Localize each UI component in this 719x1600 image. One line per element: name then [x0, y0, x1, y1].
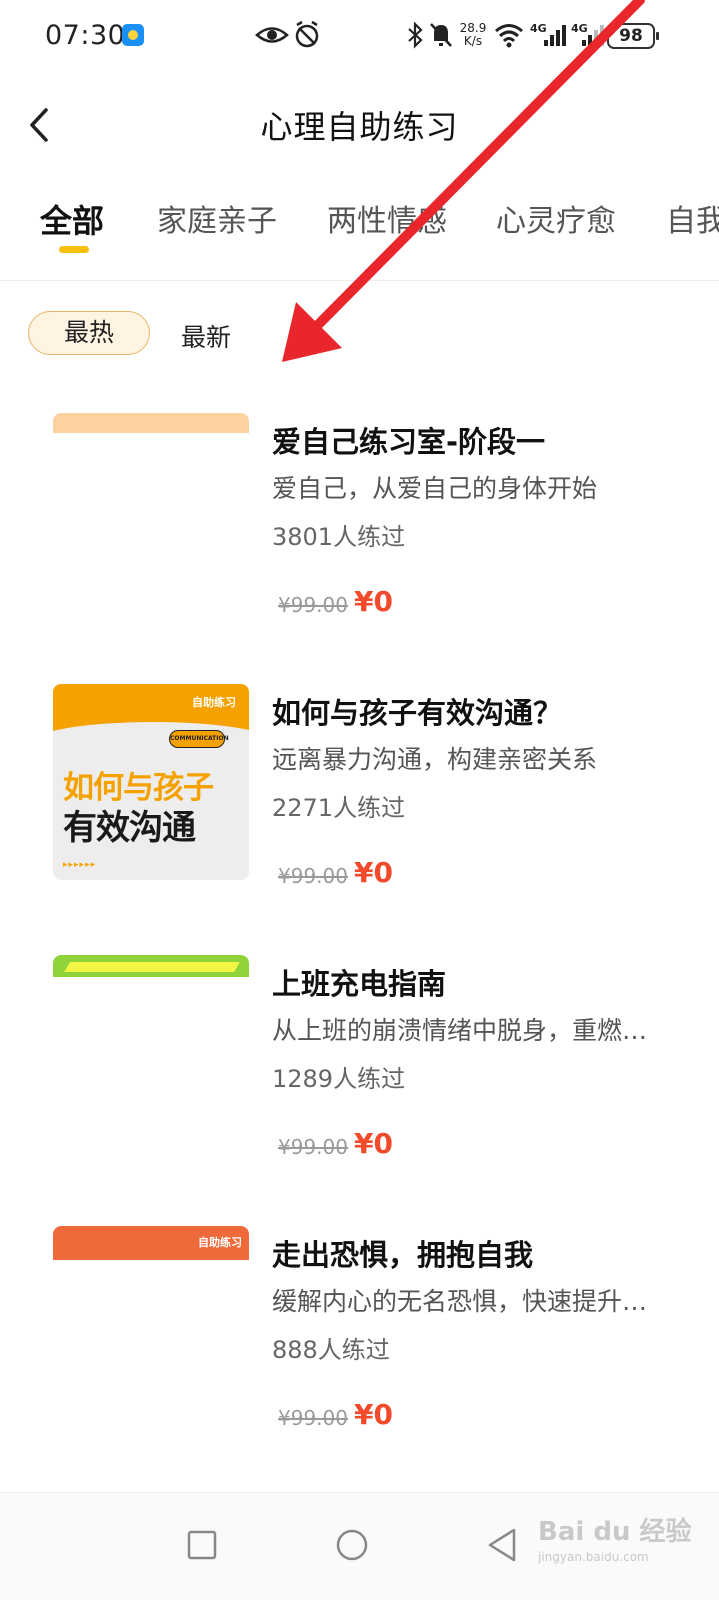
signal-icon-2 — [582, 25, 604, 46]
item-title: 走出恐惧，拥抱自我 — [272, 1238, 534, 1272]
list-item[interactable]: 自助练习 走出恐惧，拥抱自我 缓解内心的无名恐惧，快速提升… 888人练过 ¥9… — [0, 1226, 719, 1486]
item-title: 上班充电指南 — [272, 967, 447, 1001]
back-nav-icon[interactable] — [472, 1515, 532, 1575]
wifi-icon — [495, 24, 523, 48]
divider — [0, 280, 719, 281]
sort-hot-button[interactable]: 最热 — [28, 311, 150, 355]
battery-icon: 98 — [607, 23, 659, 49]
tab-self[interactable]: 自我 — [666, 196, 719, 240]
thumbnail-tag: 自助练习 — [198, 1236, 242, 1249]
item-price: ¥0 — [354, 1398, 393, 1431]
list-item[interactable]: 自助练习 COMMUNICATION 如何与孩子 有效沟通 ▸▸▸▸▸▸ 如何与… — [0, 684, 719, 944]
item-desc: 爱自己，从爱自己的身体开始 — [272, 474, 598, 503]
thumbnail-bubble: COMMUNICATION — [169, 730, 229, 748]
bluetooth-icon — [408, 21, 423, 49]
watermark-logo: Bai du 经验 jingyan.baidu.com — [538, 1511, 698, 1581]
item-count: 1289人练过 — [272, 1065, 406, 1093]
item-price: ¥0 — [354, 1127, 393, 1160]
watermark-text: Bai du 经验 — [538, 1517, 692, 1547]
thumbnail-arrows: ▸▸▸▸▸▸ — [63, 860, 97, 870]
item-desc: 缓解内心的无名恐惧，快速提升… — [272, 1287, 648, 1316]
item-original-price: ¥99.00 — [278, 593, 348, 617]
alarm-icon — [295, 20, 319, 48]
item-original-price: ¥99.00 — [278, 1406, 348, 1430]
thumbnail-band — [53, 413, 249, 433]
watermark-sub: jingyan.baidu.com — [538, 1550, 649, 1564]
item-count: 3801人练过 — [272, 523, 406, 551]
thumbnail-stripe — [64, 962, 240, 972]
network-speed: 28.9 K/s — [456, 22, 490, 48]
active-tab-indicator — [59, 246, 89, 253]
home-icon[interactable] — [322, 1515, 382, 1575]
item-thumbnail — [53, 955, 249, 1151]
mute-icon — [430, 23, 452, 47]
status-time: 07:30 — [45, 20, 126, 51]
item-price: ¥0 — [354, 585, 393, 618]
item-thumbnail: 自助练习 COMMUNICATION 如何与孩子 有效沟通 ▸▸▸▸▸▸ — [53, 684, 249, 880]
list-item[interactable]: 上班充电指南 从上班的崩溃情绪中脱身，重燃… 1289人练过 ¥99.00 ¥0 — [0, 955, 719, 1215]
eye-icon — [255, 27, 289, 43]
weather-icon — [122, 24, 144, 46]
item-price: ¥0 — [354, 856, 393, 889]
category-tabs: 全部 家庭亲子 两性情感 心灵疗愈 自我 — [0, 190, 719, 280]
recent-apps-icon[interactable] — [172, 1515, 232, 1575]
thumbnail-line2: 有效沟通 — [63, 808, 196, 848]
network-speed-unit: K/s — [463, 34, 483, 48]
item-count: 2271人练过 — [272, 794, 406, 822]
item-thumbnail — [53, 413, 249, 609]
item-original-price: ¥99.00 — [278, 864, 348, 888]
thumbnail-tag: 自助练习 — [192, 696, 236, 709]
list-item[interactable]: 爱自己练习室-阶段一 爱自己，从爱自己的身体开始 3801人练过 ¥99.00 … — [0, 413, 719, 673]
tab-healing[interactable]: 心灵疗愈 — [496, 196, 616, 240]
tab-relationship[interactable]: 两性情感 — [327, 196, 447, 240]
status-bar: 07:30 28.9 K/s 4G 4G 98 — [0, 0, 719, 72]
tab-all[interactable]: 全部 — [40, 196, 104, 242]
item-title: 如何与孩子有效沟通？ — [272, 696, 563, 730]
system-nav-bar: Bai du 经验 jingyan.baidu.com — [0, 1492, 719, 1600]
tab-family[interactable]: 家庭亲子 — [157, 196, 277, 240]
item-original-price: ¥99.00 — [278, 1135, 348, 1159]
item-count: 888人练过 — [272, 1336, 390, 1364]
sort-new-button[interactable]: 最新 — [181, 318, 231, 354]
item-thumbnail: 自助练习 — [53, 1226, 249, 1422]
item-title: 爱自己练习室-阶段一 — [272, 425, 546, 459]
item-desc: 从上班的崩溃情绪中脱身，重燃… — [272, 1016, 648, 1045]
item-desc: 远离暴力沟通，构建亲密关系 — [272, 745, 598, 774]
signal-icon — [544, 25, 566, 46]
page-title: 心理自助练习 — [260, 108, 459, 146]
